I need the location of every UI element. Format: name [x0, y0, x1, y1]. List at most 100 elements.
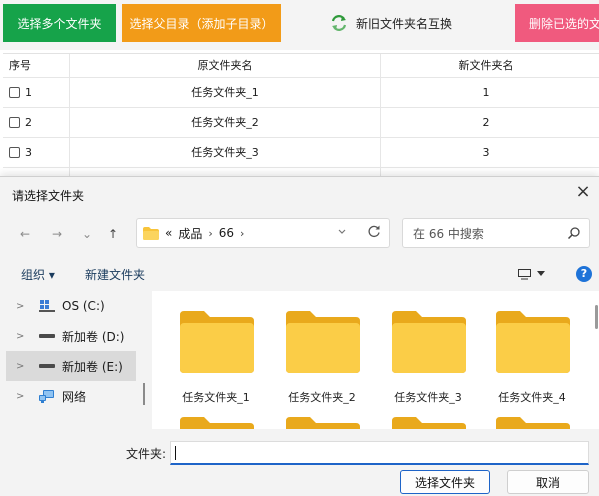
search-field[interactable]: 在 66 中搜索: [402, 218, 590, 248]
view-options-button[interactable]: [518, 265, 552, 283]
content-scrollbar[interactable]: [595, 305, 598, 329]
folder-item-partial[interactable]: [178, 415, 256, 429]
nav-item-drive-d[interactable]: > 新加卷 (D:): [6, 321, 136, 351]
folder-name: 任务文件夹_4: [498, 391, 566, 404]
folder-item-partial[interactable]: [494, 415, 572, 429]
navigation-bar: ← → ⌄ ↑ « 成品 › 66 › 在 66 中搜索: [0, 217, 599, 251]
nav-item-label: 网络: [62, 389, 87, 404]
row-index-cell: 2: [3, 108, 70, 138]
select-parent-dir-button[interactable]: 选择父目录（添加子目录）: [122, 4, 281, 42]
nav-pane-scrollbar[interactable]: [143, 383, 145, 405]
grid-header-row: 序号 原文件夹名 新文件夹名: [3, 54, 599, 78]
command-bar: 组织 ▾ 新建文件夹 ?: [0, 261, 599, 287]
dialog-title: 请选择文件夹: [12, 189, 85, 203]
breadcrumb-separator-icon[interactable]: ›: [240, 227, 244, 240]
row-index: 1: [25, 86, 32, 99]
table-row[interactable]: 2 任务文件夹_2 2: [3, 108, 599, 138]
recent-locations-chevron-icon[interactable]: ⌄: [76, 223, 98, 245]
swap-names-button[interactable]: 新旧文件夹名互换: [330, 4, 460, 42]
nav-item-label: 新加卷 (E:): [62, 359, 123, 374]
folder-icon: [496, 311, 570, 373]
table-row[interactable]: 3 任务文件夹_3 3: [3, 138, 599, 168]
back-arrow-icon[interactable]: ←: [14, 223, 36, 245]
drive-icon: [38, 333, 56, 339]
original-name-cell: 任务文件夹_3: [70, 138, 381, 168]
network-icon: [38, 389, 56, 403]
header-index[interactable]: 序号: [3, 54, 70, 78]
table-row[interactable]: 1 任务文件夹_1 1: [3, 78, 599, 108]
folder-icon: [286, 311, 360, 373]
header-new-name[interactable]: 新文件夹名: [381, 54, 591, 78]
folder-item[interactable]: 任务文件夹_4: [490, 309, 574, 405]
folder-icon: [496, 417, 570, 429]
folder-name-label: 文件夹:: [126, 447, 167, 461]
folder-content-view: 任务文件夹_1 任务文件夹_2 任务文件夹_3 任务文件夹_4: [152, 291, 599, 429]
toolbar: 选择多个文件夹 选择父目录（添加子目录） 新旧文件夹名互换 删除已选的文: [0, 0, 599, 50]
help-icon[interactable]: ?: [576, 266, 592, 282]
drive-icon: [38, 363, 56, 369]
breadcrumb-item[interactable]: 成品: [178, 225, 202, 242]
delete-selected-button[interactable]: 删除已选的文: [515, 4, 599, 42]
up-arrow-icon[interactable]: ↑: [102, 223, 124, 245]
folder-icon: [392, 417, 466, 429]
expand-chevron-icon[interactable]: >: [16, 361, 30, 372]
row-checkbox[interactable]: [9, 117, 20, 128]
folder-item-partial[interactable]: [284, 415, 362, 429]
original-name-cell: 任务文件夹_2: [70, 108, 381, 138]
breadcrumb-separator-icon[interactable]: ›: [208, 227, 212, 240]
search-icon[interactable]: [567, 226, 581, 243]
new-name-cell[interactable]: 3: [381, 138, 591, 168]
folder-icon: [392, 311, 466, 373]
organize-menu[interactable]: 组织 ▾: [21, 266, 55, 283]
navigation-pane: > OS (C:) > 新加卷 (D:) > 新加卷 (E:) > 网络: [0, 291, 140, 429]
forward-arrow-icon[interactable]: →: [46, 223, 68, 245]
breadcrumb: « 成品 › 66 ›: [165, 225, 244, 242]
breadcrumb-overflow[interactable]: «: [165, 226, 172, 240]
view-layout-icon: [518, 268, 531, 279]
nav-item-drive-e[interactable]: > 新加卷 (E:): [6, 351, 136, 381]
folder-icon: [143, 226, 159, 240]
search-placeholder: 在 66 中搜索: [413, 226, 484, 241]
expand-chevron-icon[interactable]: >: [16, 331, 30, 342]
row-checkbox[interactable]: [9, 87, 20, 98]
folder-name: 任务文件夹_3: [394, 391, 462, 404]
nav-item-os-c[interactable]: > OS (C:): [6, 291, 136, 321]
select-multiple-folders-button[interactable]: 选择多个文件夹: [3, 4, 116, 42]
select-folder-button[interactable]: 选择文件夹: [400, 470, 490, 494]
refresh-icon[interactable]: [367, 224, 381, 241]
expand-chevron-icon[interactable]: >: [16, 391, 30, 402]
nav-item-label: 新加卷 (D:): [62, 329, 125, 344]
new-name-cell[interactable]: 1: [381, 78, 591, 108]
folder-item[interactable]: 任务文件夹_3: [386, 309, 470, 405]
cancel-button[interactable]: 取消: [507, 470, 589, 494]
select-folder-dialog: 请选择文件夹 × ← → ⌄ ↑ « 成品 › 66 › 在 66 中搜索 组织…: [0, 176, 599, 496]
address-bar[interactable]: « 成品 › 66 ›: [136, 218, 390, 248]
folder-name-input[interactable]: [170, 441, 589, 465]
folder-icon: [286, 417, 360, 429]
folder-name: 任务文件夹_2: [288, 391, 356, 404]
row-index: 2: [25, 116, 32, 129]
folder-item[interactable]: 任务文件夹_1: [174, 309, 258, 405]
row-checkbox[interactable]: [9, 147, 20, 158]
new-folder-button[interactable]: 新建文件夹: [85, 266, 145, 283]
header-original-name[interactable]: 原文件夹名: [70, 54, 381, 78]
breadcrumb-item[interactable]: 66: [219, 226, 234, 240]
windows-drive-icon: [38, 300, 56, 312]
new-name-cell[interactable]: 2: [381, 108, 591, 138]
folder-item[interactable]: 任务文件夹_2: [280, 309, 364, 405]
swap-arrows-icon: [331, 15, 347, 31]
row-index-cell: 1: [3, 78, 70, 108]
row-index-cell: 3: [3, 138, 70, 168]
expand-chevron-icon[interactable]: >: [16, 301, 30, 312]
close-icon[interactable]: ×: [573, 181, 593, 203]
folder-icon: [180, 417, 254, 429]
address-dropdown-chevron-icon[interactable]: [337, 226, 347, 240]
row-index: 3: [25, 146, 32, 159]
original-name-cell: 任务文件夹_1: [70, 78, 381, 108]
folder-item-partial[interactable]: [390, 415, 468, 429]
folder-icon: [180, 311, 254, 373]
chevron-down-icon: [537, 271, 545, 276]
nav-item-label: OS (C:): [62, 299, 105, 313]
nav-item-network[interactable]: > 网络: [6, 381, 136, 411]
swap-names-label: 新旧文件夹名互换: [356, 16, 453, 31]
